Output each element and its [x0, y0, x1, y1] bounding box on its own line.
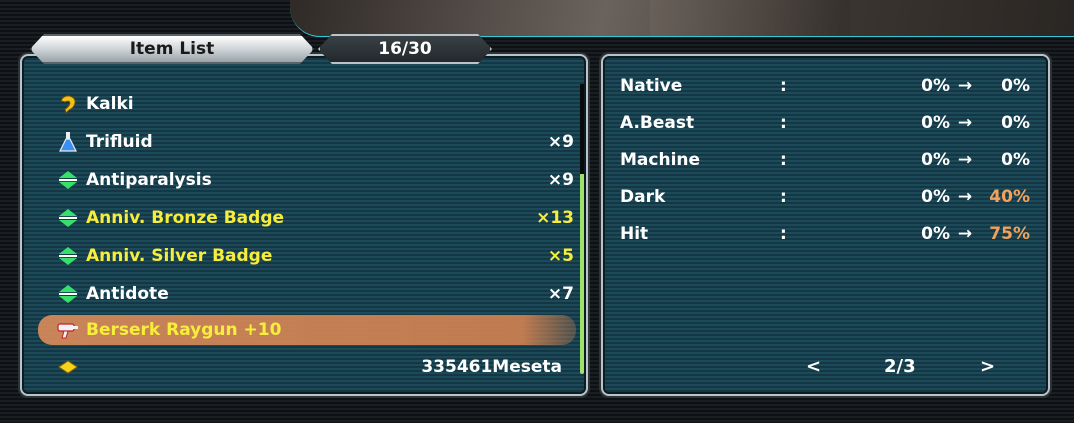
- stat-from: 0%: [921, 150, 950, 170]
- item-quantity: ×5: [547, 246, 574, 266]
- capsule-icon: [56, 244, 80, 268]
- flask-icon: [56, 130, 80, 154]
- item-name: Antidote: [86, 284, 169, 304]
- stat-row-native: Native : 0% → 0%: [620, 71, 1030, 101]
- raygun-icon: [56, 318, 80, 342]
- item-list-scrollbar[interactable]: [580, 84, 584, 374]
- item-row-berserk-raygun[interactable]: Berserk Raygun +10: [38, 315, 576, 345]
- capsule-icon: [56, 282, 80, 306]
- page-indicator: 2/3: [884, 356, 916, 377]
- item-list-title-tab: Item List: [30, 34, 314, 64]
- item-row-bronze-badge[interactable]: Anniv. Bronze Badge ×13: [56, 203, 576, 233]
- arrow-right-icon: →: [957, 187, 973, 207]
- arrow-right-icon: →: [957, 224, 973, 244]
- item-quantity: ×13: [536, 208, 574, 228]
- item-name: Anniv. Bronze Badge: [86, 208, 285, 228]
- item-quantity: ×9: [547, 132, 574, 152]
- meseta-icon: [56, 355, 80, 379]
- stat-to: 0%: [1001, 76, 1030, 96]
- item-name: Berserk Raygun +10: [86, 320, 282, 340]
- stat-from: 0%: [921, 76, 950, 96]
- item-row-trifluid[interactable]: Trifluid ×9: [56, 127, 576, 157]
- next-page-button[interactable]: >: [980, 356, 995, 377]
- background-scenery: [290, 0, 1074, 37]
- stat-name: Machine: [620, 150, 701, 170]
- item-row-antidote[interactable]: Antidote ×7: [56, 279, 576, 309]
- item-count-tab: 16/30: [318, 34, 492, 64]
- item-name: Trifluid: [86, 132, 153, 152]
- item-row-kalki[interactable]: Kalki: [56, 89, 576, 119]
- stat-name: Hit: [620, 224, 649, 244]
- arrow-right-icon: →: [957, 113, 973, 133]
- meseta-amount: 335461Meseta: [421, 357, 562, 377]
- capsule-icon: [56, 206, 80, 230]
- stat-from: 0%: [921, 224, 950, 244]
- stat-to: 40%: [989, 187, 1030, 207]
- item-row-antiparalysis[interactable]: Antiparalysis ×9: [56, 165, 576, 195]
- stat-name: Dark: [620, 187, 666, 207]
- meseta-row: 335461Meseta: [56, 352, 576, 382]
- arrow-right-icon: →: [957, 76, 973, 96]
- capsule-icon: [56, 168, 80, 192]
- item-quantity: ×9: [547, 170, 574, 190]
- stat-row-machine: Machine : 0% → 0%: [620, 145, 1030, 175]
- stat-to: 0%: [1001, 113, 1030, 133]
- stat-to: 0%: [1001, 150, 1030, 170]
- stat-row-dark: Dark : 0% → 40%: [620, 182, 1030, 212]
- stat-name: A.Beast: [620, 113, 695, 133]
- item-count: 16/30: [378, 39, 432, 59]
- arrow-right-icon: →: [957, 150, 973, 170]
- item-row-silver-badge[interactable]: Anniv. Silver Badge ×5: [56, 241, 576, 271]
- stat-row-hit: Hit : 0% → 75%: [620, 219, 1030, 249]
- stat-to: 75%: [989, 224, 1030, 244]
- stat-from: 0%: [921, 187, 950, 207]
- claw-icon: [56, 92, 80, 116]
- item-list-title: Item List: [129, 39, 215, 59]
- stat-colon: :: [780, 150, 787, 170]
- stat-name: Native: [620, 76, 683, 96]
- prev-page-button[interactable]: <: [806, 356, 821, 377]
- stat-row-a-beast: A.Beast : 0% → 0%: [620, 108, 1030, 138]
- item-quantity: ×7: [547, 284, 574, 304]
- item-name: Antiparalysis: [86, 170, 212, 190]
- stat-colon: :: [780, 76, 787, 96]
- stat-colon: :: [780, 113, 787, 133]
- stat-colon: :: [780, 224, 787, 244]
- item-name: Kalki: [86, 94, 134, 114]
- stat-from: 0%: [921, 113, 950, 133]
- item-name: Anniv. Silver Badge: [86, 246, 273, 266]
- stat-colon: :: [780, 187, 787, 207]
